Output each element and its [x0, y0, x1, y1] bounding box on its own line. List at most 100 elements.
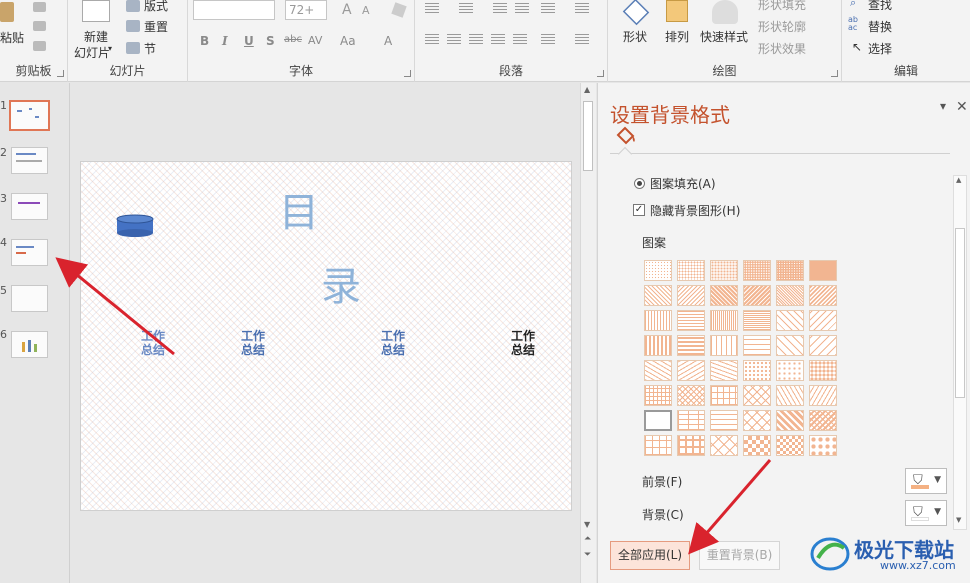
- new-slide-label-2[interactable]: 幻灯片: [74, 44, 110, 61]
- pattern-swatch[interactable]: [809, 360, 837, 381]
- increase-indent-icon[interactable]: [515, 3, 529, 14]
- pattern-swatch[interactable]: [677, 385, 705, 406]
- pattern-swatch[interactable]: [776, 435, 804, 456]
- new-slide-icon[interactable]: [82, 0, 110, 22]
- pattern-swatch[interactable]: [809, 435, 837, 456]
- previous-slide-icon[interactable]: ⏶: [584, 535, 591, 544]
- pattern-swatch[interactable]: [743, 310, 771, 331]
- background-color-button[interactable]: ⛉ ▼: [905, 500, 947, 526]
- decrease-indent-icon[interactable]: [493, 3, 507, 14]
- quick-styles-icon[interactable]: [712, 0, 738, 24]
- pattern-swatch[interactable]: [710, 360, 738, 381]
- scroll-up-icon[interactable]: ▲: [956, 176, 961, 184]
- scroll-down-icon[interactable]: ▼: [956, 516, 961, 524]
- pattern-swatch[interactable]: [710, 310, 738, 331]
- pattern-swatch[interactable]: [677, 335, 705, 356]
- font-size-input[interactable]: 72+: [285, 0, 327, 20]
- pattern-swatch[interactable]: [743, 410, 771, 431]
- apply-to-all-button[interactable]: 全部应用(L): [610, 541, 690, 570]
- paragraph-launcher-icon[interactable]: [597, 70, 604, 77]
- pane-scroll-thumb[interactable]: [955, 228, 965, 398]
- pattern-swatch[interactable]: [644, 260, 672, 281]
- cylinder-shape-icon[interactable]: [116, 214, 154, 238]
- slide-title-char-1[interactable]: 目: [279, 180, 319, 238]
- clear-format-icon[interactable]: [391, 2, 407, 18]
- format-painter-icon[interactable]: [33, 41, 46, 51]
- pattern-swatch[interactable]: [809, 410, 837, 431]
- fill-bucket-icon[interactable]: [614, 125, 638, 147]
- shapes-icon[interactable]: [622, 0, 650, 26]
- line-spacing-icon[interactable]: [541, 3, 555, 14]
- pattern-swatch[interactable]: [776, 360, 804, 381]
- pattern-swatch[interactable]: [743, 360, 771, 381]
- slide-item-4[interactable]: 工作 总结: [508, 329, 538, 357]
- distribute-icon[interactable]: [513, 34, 527, 45]
- char-spacing-button[interactable]: AV: [308, 34, 322, 47]
- scroll-thumb[interactable]: [583, 101, 593, 171]
- cut-icon[interactable]: [33, 2, 46, 12]
- pattern-swatch[interactable]: [644, 335, 672, 356]
- pattern-swatch[interactable]: [677, 285, 705, 306]
- scroll-down-icon[interactable]: ▼: [584, 520, 590, 529]
- pattern-swatch[interactable]: [644, 385, 672, 406]
- pattern-swatch[interactable]: [677, 260, 705, 281]
- paste-icon[interactable]: [0, 2, 14, 22]
- pattern-swatch[interactable]: [809, 310, 837, 331]
- pattern-swatch[interactable]: [743, 285, 771, 306]
- slide-item-2[interactable]: 工作 总结: [238, 329, 268, 357]
- pattern-swatch[interactable]: [644, 410, 672, 431]
- paste-button[interactable]: 粘贴: [0, 29, 24, 46]
- numbering-icon[interactable]: [459, 3, 473, 14]
- pattern-swatch[interactable]: [677, 360, 705, 381]
- pattern-swatch[interactable]: [644, 285, 672, 306]
- hide-background-checkbox[interactable]: ✓: [633, 204, 645, 216]
- pattern-swatch[interactable]: [743, 260, 771, 281]
- replace-button[interactable]: 替换: [868, 18, 892, 35]
- reset-button[interactable]: 重置: [144, 18, 168, 35]
- align-right-icon[interactable]: [469, 34, 483, 45]
- shadow-button[interactable]: S: [266, 34, 275, 48]
- pattern-swatch[interactable]: [776, 385, 804, 406]
- foreground-color-button[interactable]: ⛉ ▼: [905, 468, 947, 494]
- slide-thumbnail-5[interactable]: [11, 285, 48, 312]
- slide-thumbnail-6[interactable]: [11, 331, 48, 358]
- clipboard-launcher-icon[interactable]: [57, 70, 64, 77]
- pattern-swatch[interactable]: [644, 360, 672, 381]
- pattern-swatch[interactable]: [677, 410, 705, 431]
- shape-fill-button[interactable]: 形状填充: [758, 0, 806, 13]
- pattern-swatch[interactable]: [710, 385, 738, 406]
- font-color-button[interactable]: A: [384, 34, 392, 48]
- copy-icon[interactable]: [33, 21, 46, 31]
- pattern-fill-label[interactable]: 图案填充(A): [650, 175, 716, 192]
- pattern-swatch[interactable]: [776, 410, 804, 431]
- slide-thumbnail-2[interactable]: [11, 147, 48, 174]
- pattern-swatch[interactable]: [743, 335, 771, 356]
- pattern-swatch[interactable]: [710, 285, 738, 306]
- reset-background-button[interactable]: 重置背景(B): [699, 541, 780, 570]
- pattern-swatch[interactable]: [644, 310, 672, 331]
- layout-button[interactable]: 版式: [144, 0, 168, 14]
- change-case-button[interactable]: Aa: [340, 34, 356, 48]
- pattern-swatch[interactable]: [644, 435, 672, 456]
- pattern-swatch[interactable]: [710, 260, 738, 281]
- pane-options-icon[interactable]: ▾: [940, 99, 946, 113]
- quick-styles-button[interactable]: 快速样式: [700, 28, 748, 45]
- pattern-swatch[interactable]: [809, 285, 837, 306]
- select-button[interactable]: 选择: [868, 40, 892, 57]
- slide-item-3[interactable]: 工作 总结: [378, 329, 408, 357]
- bullets-icon[interactable]: [425, 3, 439, 14]
- pattern-swatch[interactable]: [743, 385, 771, 406]
- strikethrough-button[interactable]: abc: [284, 34, 302, 45]
- bold-button[interactable]: B: [200, 34, 209, 48]
- text-direction-icon[interactable]: [575, 3, 589, 14]
- pattern-swatch[interactable]: [710, 435, 738, 456]
- pattern-swatch[interactable]: [776, 335, 804, 356]
- pattern-swatch[interactable]: [677, 310, 705, 331]
- pane-scrollbar[interactable]: ▲ ▼: [953, 175, 967, 530]
- slide-thumbnail-1[interactable]: [9, 100, 50, 131]
- section-button[interactable]: 节: [144, 40, 156, 57]
- drawing-launcher-icon[interactable]: [831, 70, 838, 77]
- pattern-swatch[interactable]: [809, 260, 837, 281]
- font-name-input[interactable]: [193, 0, 275, 20]
- pattern-swatch[interactable]: [776, 285, 804, 306]
